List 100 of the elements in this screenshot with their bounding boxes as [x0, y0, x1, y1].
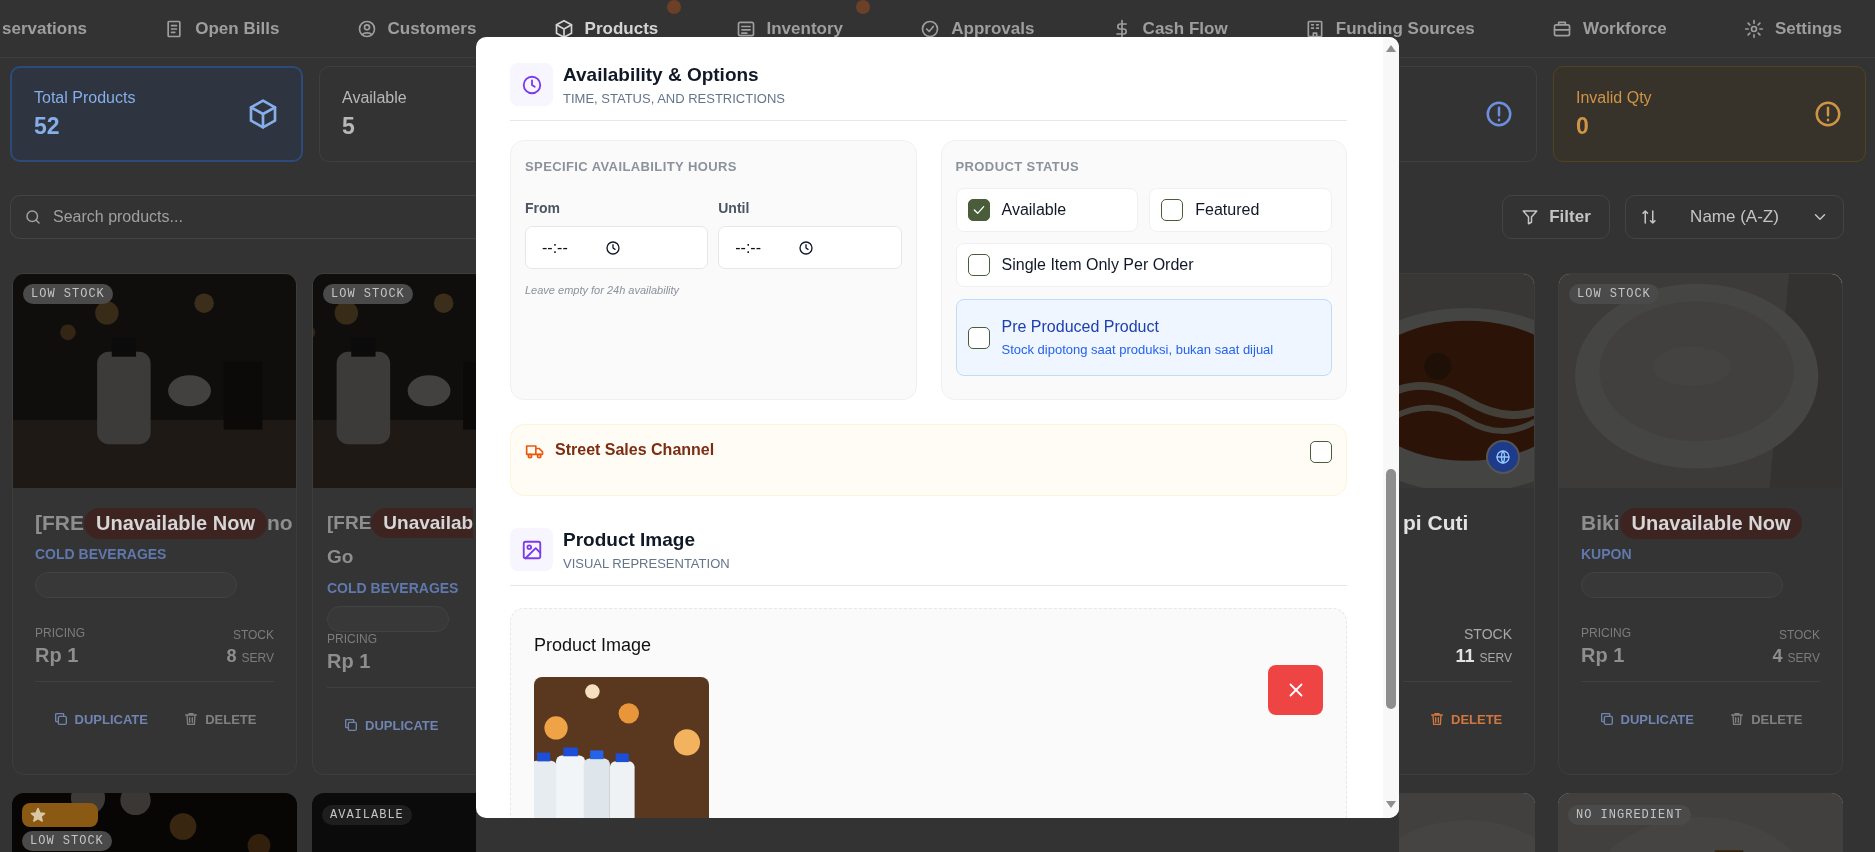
- product-card[interactable]: AVAILABLE: [312, 793, 476, 852]
- stat-card[interactable]: Total Products 52: [10, 66, 303, 162]
- stock-label: STOCK: [231, 628, 274, 642]
- status-badge: Unavailab: [371, 508, 474, 538]
- checkbox[interactable]: [967, 326, 990, 349]
- checkbox[interactable]: [1310, 441, 1332, 463]
- stock-badge: LOW STOCK: [23, 284, 113, 304]
- delete-button[interactable]: DELETE: [1423, 710, 1509, 728]
- stock-badge: AVAILABLE: [322, 805, 412, 825]
- stock-count: 8 SERV: [226, 646, 274, 667]
- status-option[interactable]: Available: [955, 188, 1139, 232]
- hint-text: Leave empty for 24h availability: [525, 284, 681, 296]
- trash-icon: [1429, 711, 1445, 727]
- option-label: Available: [1001, 201, 1067, 219]
- panel-heading: SPECIFIC AVAILABILITY HOURS: [525, 159, 738, 174]
- product-card[interactable]: LOW STOCK [FRE Unavailable Now no COLD BEVERAGES PRICING Rp 1 STOCK 8 SERV DUPLICATE DELETE: [12, 273, 297, 775]
- clock-icon: [510, 63, 553, 106]
- remove-image-button[interactable]: [1268, 665, 1323, 715]
- stat-value: 52: [34, 112, 61, 140]
- scrollbar-thumb[interactable]: [1386, 469, 1396, 709]
- image-icon: [510, 528, 553, 571]
- nav-tab[interactable]: Cash Flow: [1111, 12, 1228, 45]
- product-title: no: [266, 511, 293, 535]
- scroll-down-arrow[interactable]: [1386, 801, 1396, 808]
- section-subtitle: TIME, STATUS, AND RESTRICTIONS: [563, 90, 785, 106]
- product-title: [FRE: [35, 511, 84, 535]
- option-description: Stock dipotong saat produksi, bukan saat dijual: [1001, 342, 1274, 357]
- stat-value: 0: [1576, 112, 1590, 140]
- product-card[interactable]: pi Cuti STOCK 11 SERV DELETE: [1399, 273, 1535, 775]
- scrollbar[interactable]: [1383, 37, 1399, 818]
- category-label: COLD BEVERAGES: [327, 580, 460, 596]
- status-badge: Unavailable Now: [1619, 507, 1803, 539]
- product-title: Go: [327, 546, 354, 568]
- sort-icon: [1640, 208, 1658, 226]
- nav-tab[interactable]: Open Bills: [164, 12, 280, 45]
- nav-tab[interactable]: servations: [2, 12, 88, 45]
- nav-tab[interactable]: Inventory: [735, 12, 844, 45]
- duplicate-button[interactable]: DUPLICATE: [1592, 710, 1700, 728]
- street-sales-label: Street Sales Channel: [555, 441, 716, 459]
- scroll-up-arrow[interactable]: [1386, 45, 1396, 52]
- nav-tab[interactable]: Workforce: [1551, 12, 1667, 45]
- delete-button[interactable]: DELETE: [177, 710, 263, 728]
- pricing-label: PRICING: [327, 632, 377, 646]
- box-icon: [247, 98, 279, 130]
- stock-badge: LOW STOCK: [323, 284, 413, 304]
- clock-icon: [605, 240, 621, 256]
- stat-card[interactable]: Available 5: [319, 66, 476, 162]
- gear-icon: [1743, 18, 1764, 39]
- user-icon: [356, 18, 377, 39]
- search-field[interactable]: Search products...: [10, 195, 476, 239]
- field-label: From: [525, 200, 561, 216]
- checkbox[interactable]: [1161, 199, 1184, 221]
- box-icon: [553, 18, 574, 39]
- nav-tab[interactable]: Settings: [1743, 12, 1842, 45]
- category-label: COLD BEVERAGES: [35, 546, 168, 562]
- stat-value: 5: [342, 112, 356, 140]
- trash-icon: [1729, 711, 1746, 727]
- option-label: Single Item Only Per Order: [1001, 256, 1194, 274]
- nav-tab[interactable]: Funding Sources: [1304, 12, 1475, 45]
- nav-tab[interactable]: Customers: [356, 12, 477, 45]
- section-title: Product Image: [563, 528, 696, 551]
- panel-heading: PRODUCT STATUS: [955, 159, 1081, 174]
- status-badge: Unavailable Now: [84, 507, 267, 539]
- product-card[interactable]: NO INGREDIENT: [1558, 793, 1843, 852]
- delete-button[interactable]: DELETE: [1723, 710, 1809, 728]
- filter-button[interactable]: Filter: [1502, 195, 1610, 239]
- product-card[interactable]: LOW STOCK Biki Unavailable Now KUPON PRICING Rp 1 STOCK 4 SERV DUPLICATE DELETE: [1558, 273, 1843, 775]
- product-title: pi Cuti: [1403, 511, 1469, 535]
- price: Rp 1: [1581, 644, 1626, 667]
- stock-label: STOCK: [1777, 628, 1820, 642]
- stock-count: 4 SERV: [1772, 646, 1820, 667]
- stock-badge: NO INGREDIENT: [1568, 805, 1691, 825]
- stat-label: Available: [342, 88, 407, 107]
- time-field[interactable]: --:--: [718, 226, 902, 269]
- copy-icon: [1598, 711, 1615, 727]
- info-icon: [1813, 99, 1843, 129]
- product-title: [FRE: [327, 512, 372, 534]
- stat-card[interactable]: Invalid Qty 0: [1553, 66, 1866, 162]
- duplicate-button[interactable]: DUPLICATE: [337, 716, 445, 734]
- nav-tab[interactable]: Approvals: [920, 12, 1035, 45]
- check-icon: [920, 18, 941, 39]
- notification-dot: [856, 0, 870, 14]
- clock-icon: [798, 240, 815, 256]
- status-option[interactable]: Single Item Only Per Order: [955, 243, 1332, 287]
- product-card[interactable]: LOW STOCK [FRE Unavailab Go COLD BEVERAGES PRICING Rp 1 DUPLICATE: [312, 273, 476, 775]
- star-icon: [30, 807, 46, 823]
- pricing-label: PRICING: [1581, 626, 1631, 640]
- product-card[interactable]: LOW STOCK: [12, 793, 297, 852]
- stock-badge: LOW STOCK: [1569, 284, 1659, 304]
- product-title: Biki: [1581, 511, 1620, 535]
- time-field[interactable]: --:--: [525, 226, 709, 269]
- status-option[interactable]: Featured: [1149, 188, 1332, 232]
- section-subtitle: VISUAL REPRESENTATION: [563, 555, 730, 571]
- checkbox[interactable]: [967, 254, 990, 276]
- info-icon: [1484, 99, 1514, 129]
- sort-dropdown[interactable]: Name (A-Z): [1625, 195, 1844, 239]
- checkbox[interactable]: [967, 199, 990, 221]
- duplicate-button[interactable]: DUPLICATE: [46, 710, 154, 728]
- field-label: Product Image: [534, 635, 653, 656]
- nav-tab[interactable]: Products: [553, 12, 659, 45]
